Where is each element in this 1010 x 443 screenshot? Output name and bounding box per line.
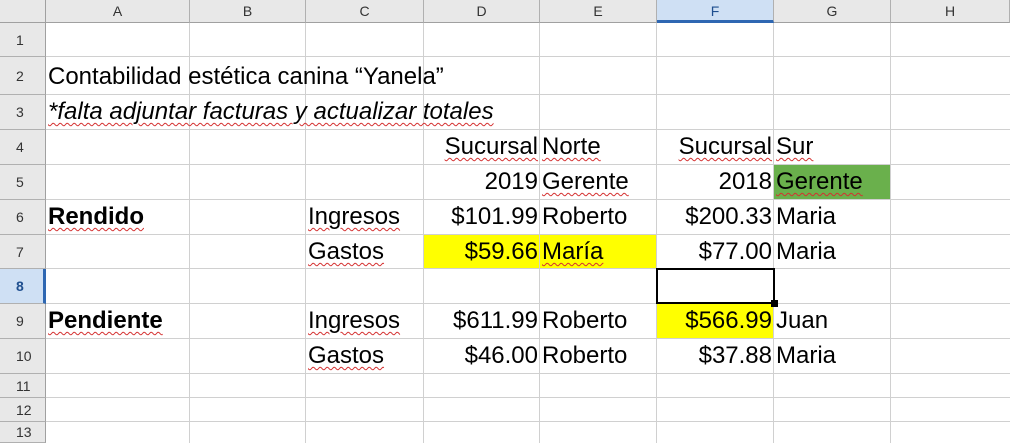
row-header-9[interactable]: 9: [0, 304, 46, 339]
cell-g4-text: Sur: [776, 133, 814, 160]
cell-g6[interactable]: Maria: [774, 200, 891, 234]
cell-g4[interactable]: Sur: [774, 130, 891, 164]
cell-g5-text: Gerente: [776, 168, 863, 195]
cell-a3-text: *falta adjuntar facturas y actualizar to…: [48, 98, 494, 125]
column-header-a[interactable]: A: [46, 0, 190, 23]
cell-e7-text: María: [542, 238, 604, 265]
cell-c10[interactable]: Gastos: [306, 339, 424, 373]
column-header-b[interactable]: B: [190, 0, 306, 23]
cell-e10[interactable]: Roberto: [540, 339, 657, 373]
cell-e9[interactable]: Roberto: [540, 304, 657, 338]
cell-c6-text: Ingresos: [308, 203, 401, 230]
cell-a9-text: Pendiente: [48, 307, 163, 334]
row-header-5[interactable]: 5: [0, 165, 46, 200]
cell-e4[interactable]: Norte: [540, 130, 657, 164]
cell-c6[interactable]: Ingresos: [306, 200, 424, 234]
cell-e6[interactable]: Roberto: [540, 200, 657, 234]
cell-f10[interactable]: $37.88: [657, 339, 774, 373]
cell-a2[interactable]: Contabilidad estética canina “Yanela”: [46, 60, 446, 94]
row-header-7[interactable]: 7: [0, 235, 46, 269]
cell-d4[interactable]: Sucursal: [424, 130, 540, 164]
gridline: [46, 373, 1010, 374]
row-header-1[interactable]: 1: [0, 23, 46, 57]
cell-d7[interactable]: $59.66: [424, 235, 540, 269]
row-header-4[interactable]: 4: [0, 130, 46, 165]
cell-a6[interactable]: Rendido: [46, 200, 146, 234]
cell-c7-text: Gastos: [308, 238, 385, 265]
cell-f5[interactable]: 2018: [657, 165, 774, 199]
spreadsheet-grid[interactable]: A B C D E F G H 1 2 3 4 5 6 7 8 9 10 11 …: [0, 0, 1010, 443]
row-header-2[interactable]: 2: [0, 57, 46, 95]
autofill-handle[interactable]: [771, 300, 778, 307]
cell-f9[interactable]: $566.99: [657, 304, 774, 338]
cell-g7[interactable]: Maria: [774, 235, 891, 269]
cell-a6-text: Rendido: [48, 203, 144, 230]
cell-d9[interactable]: $611.99: [424, 304, 540, 338]
cell-d10[interactable]: $46.00: [424, 339, 540, 373]
cell-c9-text: Ingresos: [308, 307, 401, 334]
column-header-h[interactable]: H: [891, 0, 1010, 23]
cell-c9[interactable]: Ingresos: [306, 304, 424, 338]
cell-e7[interactable]: María: [540, 235, 657, 269]
cell-d4-text: Sucursal: [444, 133, 538, 160]
cell-g5[interactable]: Gerente: [774, 165, 891, 199]
cell-f7[interactable]: $77.00: [657, 235, 774, 269]
row-header-3[interactable]: 3: [0, 95, 46, 130]
cell-d6[interactable]: $101.99: [424, 200, 540, 234]
column-header-f[interactable]: F: [657, 0, 774, 23]
cell-e5-text: Gerente: [542, 168, 629, 195]
cell-g10[interactable]: Maria: [774, 339, 891, 373]
column-header-e[interactable]: E: [540, 0, 657, 23]
row-header-8[interactable]: 8: [0, 269, 46, 304]
cell-g9[interactable]: Juan: [774, 304, 891, 338]
cell-e4-text: Norte: [542, 133, 601, 160]
column-header-d[interactable]: D: [424, 0, 540, 23]
column-header-g[interactable]: G: [774, 0, 891, 23]
row-header-11[interactable]: 11: [0, 374, 46, 398]
cell-d5[interactable]: 2019: [424, 165, 540, 199]
cell-a9[interactable]: Pendiente: [46, 304, 165, 338]
row-header-6[interactable]: 6: [0, 200, 46, 235]
select-all-corner[interactable]: [0, 0, 46, 23]
active-cell-cursor-f8[interactable]: [656, 268, 775, 304]
cell-f4-text: Sucursal: [678, 133, 772, 160]
cell-c10-text: Gastos: [308, 342, 385, 369]
gridline: [46, 56, 1010, 57]
gridline: [46, 421, 1010, 422]
gridline: [46, 397, 1010, 398]
cell-a3[interactable]: *falta adjuntar facturas y actualizar to…: [46, 95, 496, 129]
cell-e5[interactable]: Gerente: [540, 165, 657, 199]
cell-c7[interactable]: Gastos: [306, 235, 424, 269]
row-header-13[interactable]: 13: [0, 422, 46, 443]
column-header-c[interactable]: C: [306, 0, 424, 23]
cell-f4[interactable]: Sucursal: [657, 130, 774, 164]
cell-f6[interactable]: $200.33: [657, 200, 774, 234]
row-header-12[interactable]: 12: [0, 398, 46, 422]
row-header-10[interactable]: 10: [0, 339, 46, 374]
